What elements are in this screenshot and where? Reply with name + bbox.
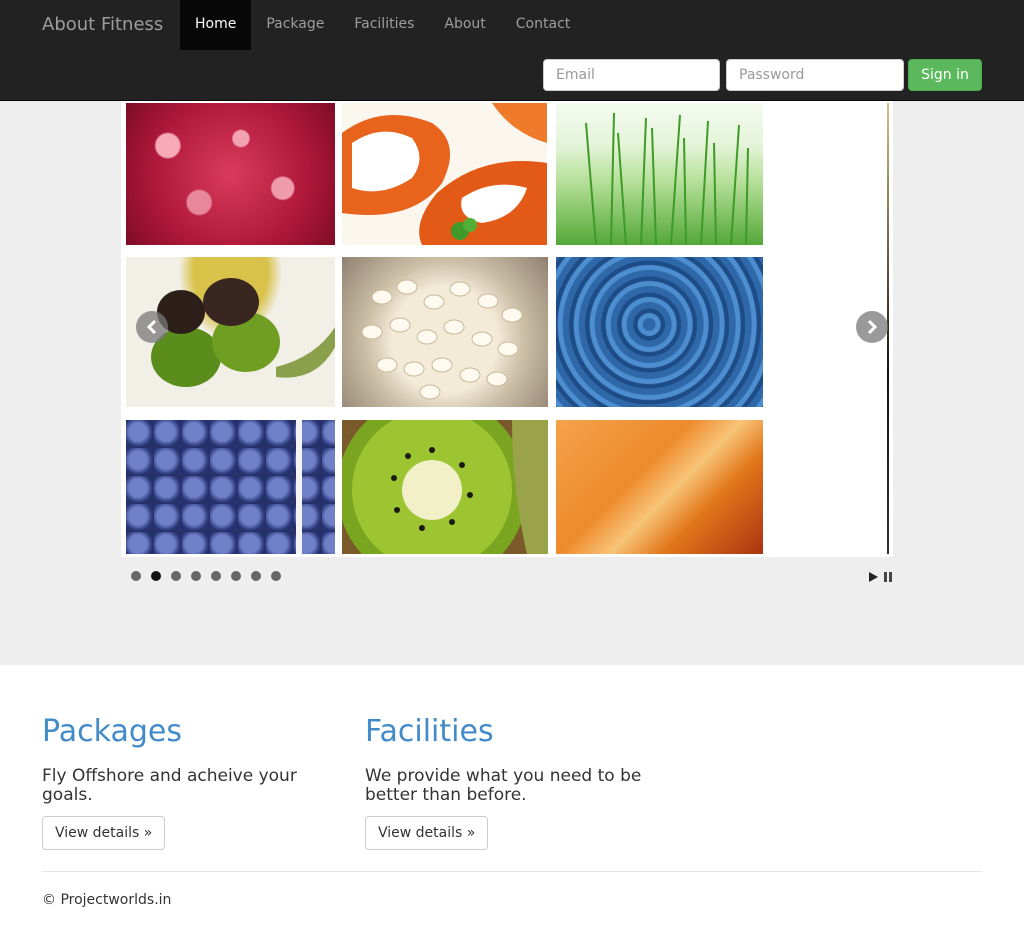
slider-controls xyxy=(867,568,893,587)
blueberries-image xyxy=(126,420,335,554)
water-image xyxy=(556,257,763,407)
nav-package[interactable]: Package xyxy=(251,0,339,50)
nav-facilities[interactable]: Facilities xyxy=(339,0,429,50)
nav-contact[interactable]: Contact xyxy=(501,0,585,50)
brand-link[interactable]: About Fitness xyxy=(42,14,163,36)
wheatgrass-image xyxy=(556,103,763,245)
facilities-details-button[interactable]: View details » xyxy=(365,816,489,850)
facilities-heading: Facilities xyxy=(365,714,494,749)
password-field[interactable] xyxy=(726,59,904,91)
main-nav: Home Package Facilities About Contact xyxy=(180,0,585,50)
slide-dot[interactable] xyxy=(251,571,261,581)
signin-form xyxy=(543,59,904,91)
play-icon[interactable] xyxy=(867,568,879,587)
facilities-section: Facilities We provide what you need to b… xyxy=(365,715,655,850)
slider-pagination xyxy=(131,571,291,581)
slide-dot[interactable] xyxy=(191,571,201,581)
slide-dot[interactable] xyxy=(271,571,281,581)
nav-about[interactable]: About xyxy=(429,0,500,50)
raspberries-image xyxy=(126,103,335,245)
slide-dot-active[interactable] xyxy=(151,571,161,581)
packages-details-button[interactable]: View details » xyxy=(42,816,166,850)
slide-dot[interactable] xyxy=(171,571,181,581)
chevron-right-icon[interactable] xyxy=(856,311,888,343)
footer-divider xyxy=(42,871,982,872)
pause-icon[interactable] xyxy=(883,568,893,587)
salmon-image xyxy=(342,103,547,245)
email-field[interactable] xyxy=(543,59,720,91)
packages-section: Packages Fly Offshore and acheive your g… xyxy=(42,715,332,850)
packages-heading: Packages xyxy=(42,714,182,749)
image-slider xyxy=(121,101,893,557)
packages-text: Fly Offshore and acheive your goals. xyxy=(42,766,297,805)
jumbotron xyxy=(0,101,1024,665)
barley-image xyxy=(342,257,548,407)
nav-home[interactable]: Home xyxy=(180,0,252,50)
slide-dot[interactable] xyxy=(231,571,241,581)
footer-copyright: © Projectworlds.in xyxy=(42,892,172,908)
facilities-text: We provide what you need to be better th… xyxy=(365,766,642,805)
navbar: About Fitness Home Package Facilities Ab… xyxy=(0,0,1024,101)
slide-dot[interactable] xyxy=(211,571,221,581)
sign-in-button[interactable]: Sign in xyxy=(908,59,982,91)
slide-dot[interactable] xyxy=(131,571,141,581)
cantaloupe-image xyxy=(556,420,763,554)
chevron-left-icon[interactable] xyxy=(136,311,168,343)
kiwi-image xyxy=(342,420,548,554)
